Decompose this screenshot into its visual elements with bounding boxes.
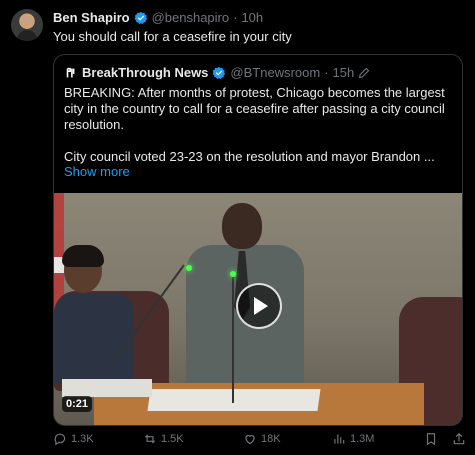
views-button[interactable]: 1.3M <box>332 432 374 446</box>
tweet-text: You should call for a ceasefire in your … <box>53 29 292 44</box>
tweet-header: Ben Shapiro @benshapiro · 10h <box>53 10 263 26</box>
verified-badge-icon <box>134 11 147 25</box>
play-icon[interactable] <box>236 283 282 329</box>
quoted-tweet[interactable]: BreakThrough News @BTnewsroom · 15h BREA… <box>53 54 463 426</box>
reply-icon <box>54 433 66 446</box>
like-button[interactable]: 18K <box>243 432 281 446</box>
quote-author-name[interactable]: BreakThrough News <box>82 65 208 80</box>
quote-text-paragraph: BREAKING: After months of protest, Chica… <box>64 85 445 132</box>
avatar[interactable] <box>11 9 43 41</box>
author-handle[interactable]: @benshapiro <box>152 10 230 26</box>
reply-count: 1.3K <box>71 433 94 445</box>
edited-pencil-icon <box>358 67 370 78</box>
like-count: 18K <box>261 433 281 445</box>
repost-count: 1.5K <box>161 433 184 445</box>
action-bar: 1.3K 1.5K 18K 1.3M <box>53 432 473 448</box>
share-button[interactable] <box>452 432 466 446</box>
quote-author-handle[interactable]: @BTnewsroom <box>230 65 320 80</box>
video-duration: 0:21 <box>62 396 93 412</box>
tweet: Ben Shapiro @benshapiro · 10h You should… <box>0 0 475 455</box>
separator-dot: · <box>324 65 329 80</box>
views-chart-icon <box>334 434 345 444</box>
verified-badge-icon <box>212 66 226 79</box>
author-name[interactable]: Ben Shapiro <box>53 10 130 26</box>
quote-header: BreakThrough News @BTnewsroom · 15h <box>64 65 370 80</box>
repost-icon <box>144 434 156 444</box>
quote-text-paragraph: City council voted 23-23 on the resoluti… <box>64 149 435 164</box>
tweet-time[interactable]: 10h <box>241 10 263 26</box>
share-icon <box>453 432 465 445</box>
show-more-link[interactable]: Show more <box>64 164 130 179</box>
reply-button[interactable]: 1.3K <box>53 432 94 446</box>
bookmark-icon <box>426 433 436 446</box>
view-count: 1.3M <box>350 433 375 445</box>
quote-text: BREAKING: After months of protest, Chica… <box>64 85 449 165</box>
separator-dot: · <box>233 10 238 25</box>
breakthrough-news-logo-icon <box>64 66 78 79</box>
repost-button[interactable]: 1.5K <box>143 432 184 446</box>
bookmark-button[interactable] <box>424 432 438 446</box>
quote-time[interactable]: 15h <box>333 65 355 80</box>
video-player[interactable]: 0:21 <box>54 193 462 425</box>
heart-icon <box>245 435 255 445</box>
